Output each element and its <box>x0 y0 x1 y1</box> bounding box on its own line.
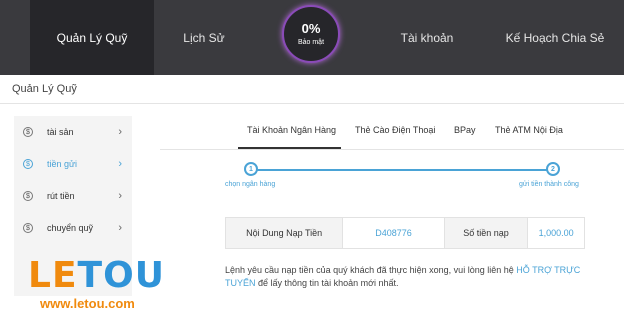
nav-item-share-plan[interactable]: Kế Hoạch Chia Sẻ <box>495 0 615 75</box>
sidebar-item-label: tài sản <box>47 127 74 137</box>
dollar-circle-icon: $ <box>23 159 33 169</box>
note-text-2: để lấy thông tin tài khoản mới nhất. <box>255 278 399 288</box>
step-1-label: chọn ngân hàng <box>225 181 276 188</box>
sidebar-item-label: tiền gửi <box>47 159 78 169</box>
deposit-info-table: Nội Dung Nạp Tiền D408776 Số tiền nạp 1,… <box>225 217 585 249</box>
sidebar-item-withdraw[interactable]: $ rút tiền › <box>14 180 132 212</box>
amount-label-cell: Số tiền nạp <box>444 218 529 248</box>
step-2-marker: 2 <box>546 162 560 176</box>
chevron-right-icon: › <box>118 222 122 234</box>
progress-track <box>251 169 553 171</box>
content-value-cell: D408776 <box>343 218 445 248</box>
sidebar-item-label: chuyển quỹ <box>47 223 94 233</box>
nav-item-account[interactable]: Tài khoản <box>380 0 474 75</box>
tab-atm-domestic[interactable]: Thẻ ATM Nội Địa <box>495 125 563 135</box>
nav-item-label: Tài khoản <box>400 30 454 45</box>
nav-item-label: Quản Lý Quỹ <box>56 30 128 45</box>
note-text-1: Lệnh yêu cầu nạp tiền của quý khách đã t… <box>225 265 517 275</box>
dollar-circle-icon: $ <box>23 127 33 137</box>
sidebar-item-assets[interactable]: $ tài sản › <box>14 116 132 148</box>
logo-part-tou: TOU <box>77 255 165 296</box>
step-2-label: gửi tiền thành công <box>519 181 579 188</box>
amount-value-cell: 1,000.00 <box>528 218 584 248</box>
nav-item-fund-management[interactable]: Quản Lý Quỹ <box>30 0 154 75</box>
logo-url: www.letou.com <box>40 296 135 311</box>
chevron-right-icon: › <box>118 190 122 202</box>
tab-bank-account[interactable]: Tài Khoản Ngân Hàng <box>247 125 336 135</box>
security-percent: 0% <box>301 20 321 36</box>
dollar-circle-icon: $ <box>23 223 33 233</box>
nav-item-label: Kế Hoạch Chia Sẻ <box>505 30 605 45</box>
app-root: Quản Lý Quỹ Lịch Sử 0% Bảo mật Tài khoản… <box>0 0 624 333</box>
tab-bpay[interactable]: BPay <box>454 125 476 135</box>
tab-phone-card[interactable]: Thẻ Cào Điện Thoại <box>355 125 435 135</box>
deposit-note: Lệnh yêu cầu nạp tiền của quý khách đã t… <box>225 264 590 290</box>
content-label-cell: Nội Dung Nạp Tiền <box>226 218 344 248</box>
security-label: Bảo mật <box>297 38 325 46</box>
sidebar-item-transfer[interactable]: $ chuyển quỹ › <box>14 212 132 244</box>
letou-logo: LETOU <box>28 258 165 294</box>
page-title: Quản Lý Quỹ <box>12 83 77 95</box>
sidebar-item-label: rút tiền <box>47 191 75 201</box>
chevron-right-icon: › <box>118 126 122 138</box>
security-level-badge[interactable]: 0% Bảo mật <box>282 5 340 63</box>
sidebar-item-deposit[interactable]: $ tiền gửi › <box>14 148 132 180</box>
top-nav: Quản Lý Quỹ Lịch Sử 0% Bảo mật Tài khoản… <box>0 0 624 75</box>
chevron-right-icon: › <box>118 158 122 170</box>
divider <box>160 149 624 150</box>
dollar-circle-icon: $ <box>23 191 33 201</box>
nav-item-label: Lịch Sử <box>183 30 225 45</box>
step-1-marker: 1 <box>244 162 258 176</box>
logo-part-le: LE <box>28 255 78 296</box>
divider <box>0 103 624 104</box>
nav-item-history[interactable]: Lịch Sử <box>160 0 248 75</box>
